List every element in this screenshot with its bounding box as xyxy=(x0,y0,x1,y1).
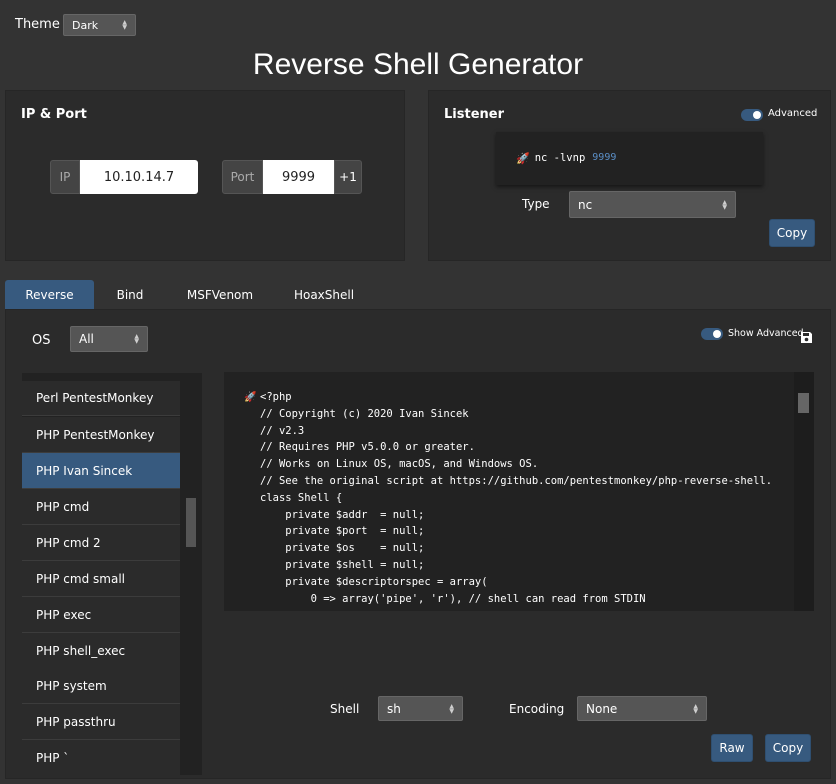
code-line: private $os = null; xyxy=(260,542,425,555)
advanced-label: Advanced xyxy=(768,108,818,119)
shell-list-item[interactable]: PHP system xyxy=(22,668,180,704)
code-line: <?php xyxy=(260,391,292,403)
shell-label: Shell xyxy=(330,702,360,716)
rocket-icon: 🚀 xyxy=(516,152,530,165)
port-increment-button[interactable]: +1 xyxy=(334,160,362,194)
code-line: private $addr = null; xyxy=(260,508,425,521)
code-line: private $port = null; xyxy=(260,525,425,538)
chevron-updown-icon: ▲ ▼ xyxy=(134,333,139,345)
listener-heading: Listener xyxy=(444,107,504,122)
shell-list-item[interactable]: PHP PentestMonkey xyxy=(22,417,180,453)
ip-label: IP xyxy=(50,160,80,194)
tab-bind[interactable]: Bind xyxy=(95,280,165,310)
rocket-icon: 🚀 xyxy=(244,392,257,403)
tab-reverse[interactable]: Reverse xyxy=(5,280,94,310)
chevron-updown-icon: ▲ ▼ xyxy=(449,702,454,715)
chevron-updown-icon: ▲ ▼ xyxy=(122,19,127,31)
tab-bind-label: Bind xyxy=(116,288,144,302)
shell-list-scrollbar[interactable] xyxy=(181,373,202,775)
ip-input-group: IP 10.10.14.7 xyxy=(50,160,198,194)
theme-select-value: Dark xyxy=(72,18,99,32)
type-label: Type xyxy=(522,197,550,211)
copy-button[interactable]: Copy xyxy=(765,734,811,762)
os-select[interactable]: All ▲ ▼ xyxy=(70,326,148,352)
listener-copy-button[interactable]: Copy xyxy=(769,219,815,247)
encoding-select-value: None xyxy=(586,701,618,716)
listener-card: Listener Advanced 🚀 nc -lvnp 9999 Type n… xyxy=(428,90,831,261)
shell-list-item[interactable]: PHP passthru xyxy=(22,704,180,740)
code-line: // Works on Linux OS, macOS, and Windows… xyxy=(260,458,539,471)
shell-list-item[interactable]: Perl PentestMonkey xyxy=(22,381,180,416)
port-label: Port xyxy=(222,160,263,194)
code-line: // Copyright (c) 2020 Ivan Sincek xyxy=(260,407,469,420)
type-select[interactable]: nc ▲ ▼ xyxy=(569,191,736,218)
encoding-select[interactable]: None ▲ ▼ xyxy=(577,696,707,721)
raw-button[interactable]: Raw xyxy=(711,734,753,762)
shell-select[interactable]: sh ▲ ▼ xyxy=(378,696,463,721)
advanced-toggle[interactable] xyxy=(741,109,763,121)
port-field[interactable]: 9999 xyxy=(263,160,334,194)
ip-port-card: IP & Port IP 10.10.14.7 Port 9999 +1 xyxy=(5,90,405,261)
code-line: private $descriptorspec = array( xyxy=(260,575,488,588)
tab-bar: Reverse Bind MSFVenom HoaxShell xyxy=(5,280,831,310)
shell-list-item[interactable]: PHP cmd xyxy=(22,489,180,525)
show-advanced-label: Show Advanced xyxy=(728,328,804,339)
save-icon[interactable] xyxy=(800,329,813,343)
shell-list-item[interactable]: PHP Ivan Sincek xyxy=(22,453,180,489)
tab-hoaxshell[interactable]: HoaxShell xyxy=(280,280,368,310)
code-line: 0 => array('pipe', 'r'), // shell can re… xyxy=(260,592,646,605)
code-content: <?php // Copyright (c) 2020 Ivan Sincek //… xyxy=(260,389,772,607)
shell-list-scrollbar-thumb[interactable] xyxy=(186,498,196,547)
code-line: // v2.3 xyxy=(260,424,305,437)
port-input-group: Port 9999 +1 xyxy=(222,160,362,194)
code-scrollbar-thumb[interactable] xyxy=(798,393,809,413)
type-select-value: nc xyxy=(578,197,593,212)
os-label: OS xyxy=(32,333,51,348)
code-line: private $shell = null; xyxy=(260,558,425,571)
tab-msfvenom[interactable]: MSFVenom xyxy=(175,280,265,310)
code-line: class Shell { xyxy=(260,491,343,504)
code-scrollbar[interactable] xyxy=(794,372,814,611)
encoding-label: Encoding xyxy=(509,702,565,716)
listener-command-box: 🚀 nc -lvnp 9999 xyxy=(496,132,763,185)
shell-select-value: sh xyxy=(387,701,401,716)
shell-list-item[interactable]: PHP shell_exec xyxy=(22,633,180,669)
tab-msfvenom-label: MSFVenom xyxy=(186,288,254,302)
shell-list-item[interactable]: PHP ` xyxy=(22,740,180,775)
listener-command-port: 9999 xyxy=(592,152,617,164)
ip-field[interactable]: 10.10.14.7 xyxy=(80,160,198,194)
shell-list-item[interactable]: PHP cmd 2 xyxy=(22,525,180,561)
code-box[interactable]: 🚀 <?php // Copyright (c) 2020 Ivan Sincek… xyxy=(224,372,814,611)
show-advanced-toggle[interactable] xyxy=(701,328,723,340)
code-line: // See the original script at https://gi… xyxy=(260,474,773,487)
os-select-value: All xyxy=(79,332,94,346)
chevron-updown-icon: ▲ ▼ xyxy=(693,702,698,715)
theme-label: Theme xyxy=(15,17,60,32)
chevron-updown-icon: ▲ ▼ xyxy=(722,198,727,211)
code-line: // Requires PHP v5.0.0 or greater. xyxy=(260,441,475,454)
shell-list-item[interactable]: PHP exec xyxy=(22,597,180,633)
tab-hoaxshell-label: HoaxShell xyxy=(293,288,355,302)
shell-list-item[interactable]: PHP cmd small xyxy=(22,561,180,597)
theme-select[interactable]: Dark ▲ ▼ xyxy=(63,14,136,36)
ip-port-heading: IP & Port xyxy=(21,107,87,122)
page-title: Reverse Shell Generator xyxy=(252,48,584,81)
listener-command: nc -lvnp xyxy=(534,152,586,165)
tab-reverse-label: Reverse xyxy=(25,288,74,302)
